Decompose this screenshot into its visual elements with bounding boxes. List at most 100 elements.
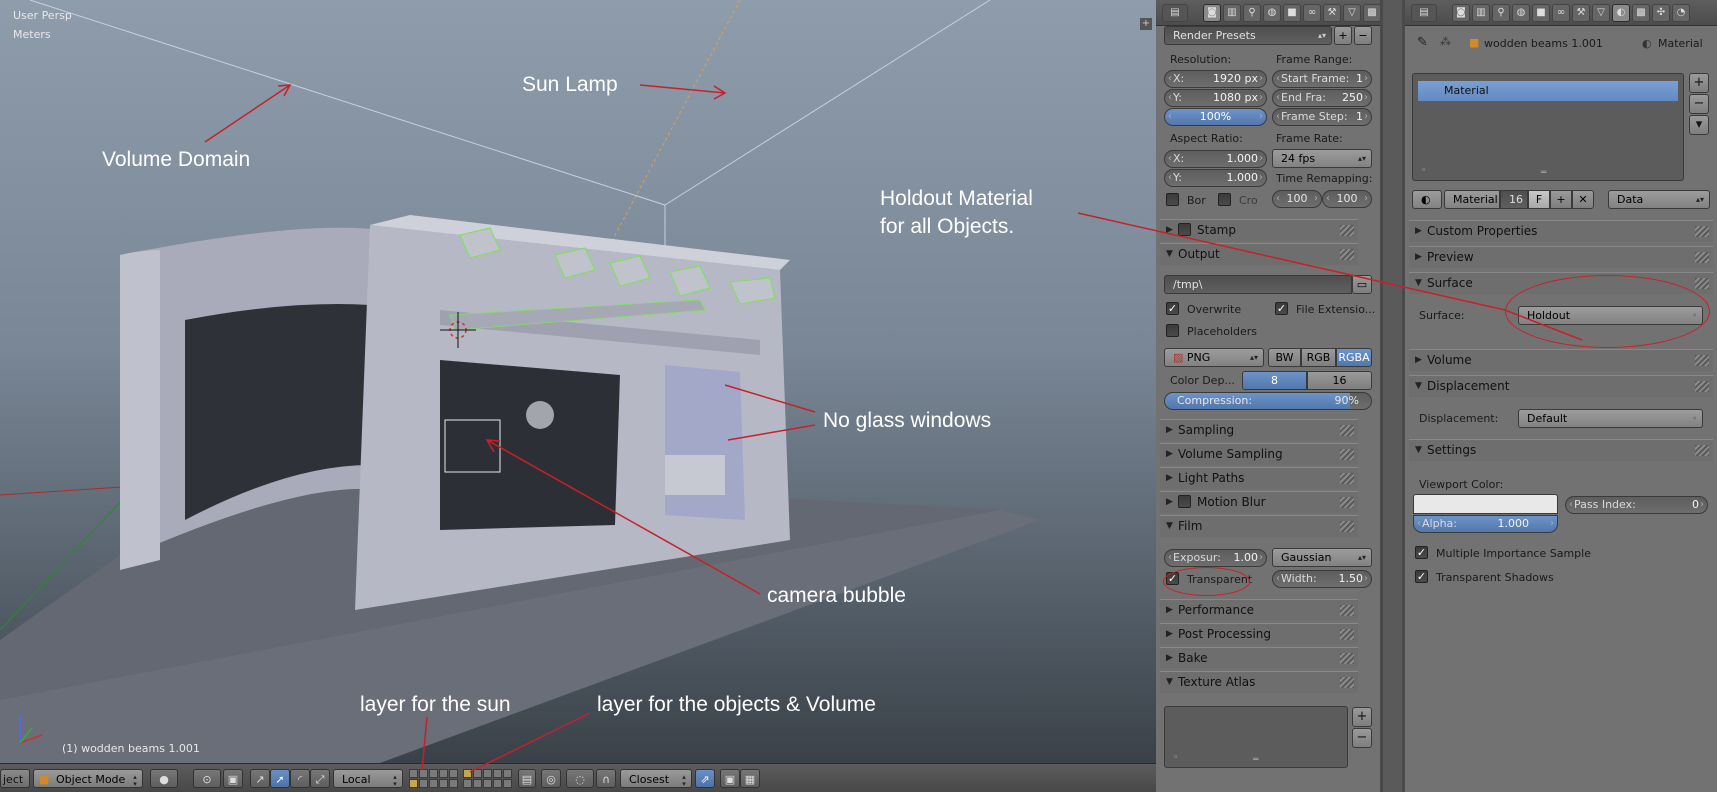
section-volume[interactable]: ▶ Volume [1409, 349, 1713, 371]
snap-target-dropdown[interactable]: Closest [620, 769, 692, 788]
material-name-field[interactable]: Material [1444, 190, 1500, 209]
tab-constraints[interactable]: ∞ [1552, 4, 1570, 22]
layer-button[interactable] [473, 769, 482, 778]
layer-button-objects[interactable] [463, 769, 472, 778]
color-rgba-button[interactable]: RGBA [1336, 348, 1372, 367]
tab-render-layers[interactable]: ▥ [1223, 4, 1241, 22]
material-slot-item[interactable]: Material [1418, 81, 1678, 101]
slot-remove-button[interactable]: − [1689, 94, 1709, 114]
tab-texture[interactable]: ▩ [1363, 4, 1381, 22]
aspect-x-field[interactable]: X: 1.000 [1164, 150, 1267, 168]
editor-type-button[interactable]: ▤ [1411, 4, 1437, 22]
drag-grip-icon[interactable] [1695, 355, 1709, 366]
frame-rate-dropdown[interactable]: 24 fps ▴▾ [1272, 149, 1372, 168]
snap-align-button[interactable]: ⇗ [695, 769, 715, 788]
tab-scene[interactable]: ⚲ [1492, 4, 1510, 22]
layer-button[interactable] [449, 769, 458, 778]
tab-data[interactable]: ▽ [1592, 4, 1610, 22]
tab-particles[interactable]: ✣ [1652, 4, 1670, 22]
pass-index-field[interactable]: Pass Index: 0 [1565, 496, 1708, 514]
mis-checkbox[interactable]: ✓ [1415, 546, 1428, 559]
tab-texture[interactable]: ▩ [1632, 4, 1650, 22]
layer-button[interactable] [473, 779, 482, 788]
resolution-y-field[interactable]: Y: 1080 px [1164, 89, 1267, 107]
drag-grip-icon[interactable] [1340, 521, 1354, 532]
section-preview[interactable]: ▶ Preview [1409, 246, 1713, 268]
viewport-expand-button[interactable]: + [1140, 18, 1152, 30]
layer-button-sun[interactable] [409, 779, 418, 788]
pin-icon[interactable]: ✎ [1417, 35, 1428, 50]
scale-manipulator[interactable]: ⤢ [310, 769, 330, 788]
aspect-y-field[interactable]: Y: 1.000 [1164, 169, 1267, 187]
resolution-x-field[interactable]: X: 1920 px [1164, 70, 1267, 88]
drag-grip-icon[interactable] [1340, 473, 1354, 484]
motion-blur-checkbox[interactable] [1178, 495, 1191, 508]
manipulator-toggle[interactable]: ↗ [250, 769, 270, 788]
tab-data[interactable]: ▽ [1343, 4, 1361, 22]
add-preset-button[interactable]: + [1334, 26, 1352, 45]
proportional-edit-button[interactable]: ◎ [541, 769, 561, 788]
snap-toggle[interactable]: ∩ [596, 769, 616, 788]
viewport-color-swatch[interactable] [1413, 494, 1558, 514]
slot-menu-button[interactable]: ▾ [1689, 115, 1709, 135]
slot-add-button[interactable]: + [1689, 73, 1709, 93]
object-menu[interactable]: ject [0, 769, 30, 788]
material-users-count[interactable]: 16 [1500, 190, 1528, 209]
tab-object[interactable]: ■ [1532, 4, 1550, 22]
section-bake[interactable]: ▶ Bake [1160, 647, 1358, 669]
tab-render[interactable]: ◙ [1203, 4, 1221, 22]
new-material-button[interactable]: + [1550, 190, 1572, 209]
drag-grip-icon[interactable] [1340, 497, 1354, 508]
color-depth-16-button[interactable]: 16 [1307, 371, 1372, 390]
color-bw-button[interactable]: BW [1268, 348, 1301, 367]
start-frame-field[interactable]: Start Frame: 1 [1272, 70, 1372, 88]
section-output[interactable]: ▼ Output [1160, 243, 1358, 265]
tab-physics[interactable]: ◔ [1672, 4, 1690, 22]
tab-modifiers[interactable]: ⚒ [1572, 4, 1590, 22]
tab-object[interactable]: ■ [1283, 4, 1301, 22]
drag-grip-icon[interactable] [1695, 252, 1709, 263]
fake-user-button[interactable]: F [1528, 190, 1550, 209]
drag-grip-icon[interactable] [1340, 605, 1354, 616]
time-remap-old-field[interactable]: 100 [1272, 190, 1322, 208]
atlas-remove-button[interactable]: − [1352, 728, 1372, 748]
translate-manipulator[interactable]: ➚ [270, 769, 290, 788]
drag-grip-icon[interactable] [1340, 653, 1354, 664]
section-performance[interactable]: ▶ Performance [1160, 599, 1358, 621]
editor-type-button[interactable]: ▤ [1162, 4, 1188, 22]
layer-button[interactable] [493, 779, 502, 788]
atlas-add-button[interactable]: + [1352, 707, 1372, 727]
layer-button[interactable] [429, 779, 438, 788]
tab-world[interactable]: ◍ [1512, 4, 1530, 22]
section-light-paths[interactable]: ▶ Light Paths [1160, 467, 1358, 489]
section-post-processing[interactable]: ▶ Post Processing [1160, 623, 1358, 645]
unlink-material-button[interactable]: ✕ [1572, 190, 1594, 209]
tab-render[interactable]: ◙ [1452, 4, 1470, 22]
stamp-checkbox[interactable] [1178, 223, 1191, 236]
layer-button[interactable] [493, 769, 502, 778]
render-animation-button[interactable]: ▦ [740, 769, 760, 788]
layer-lock-button[interactable]: ▤ [518, 769, 536, 788]
end-frame-field[interactable]: End Fra: 250 [1272, 89, 1372, 107]
section-displacement[interactable]: ▼ Displacement [1409, 375, 1713, 397]
crop-checkbox[interactable] [1218, 193, 1231, 206]
section-motion-blur[interactable]: ▶ Motion Blur [1160, 491, 1358, 513]
section-custom-properties[interactable]: ▶ Custom Properties [1409, 220, 1713, 242]
layer-button[interactable] [449, 779, 458, 788]
layer-button[interactable] [439, 769, 448, 778]
resolution-percentage-slider[interactable]: 100% [1164, 108, 1267, 126]
pixel-filter-dropdown[interactable]: Gaussian ▴▾ [1272, 548, 1372, 567]
browse-folder-button[interactable]: ▭ [1352, 275, 1372, 294]
layer-button[interactable] [409, 769, 418, 778]
drag-grip-icon[interactable] [1340, 629, 1354, 640]
frame-step-field[interactable]: Frame Step: 1 [1272, 108, 1372, 126]
section-stamp[interactable]: ▶ Stamp [1160, 219, 1358, 241]
exposure-field[interactable]: Exposur: 1.00 [1164, 549, 1267, 567]
tab-modifiers[interactable]: ⚒ [1323, 4, 1341, 22]
filter-width-field[interactable]: Width: 1.50 [1272, 570, 1372, 588]
render-presets-dropdown[interactable]: Render Presets ▴▾ [1164, 26, 1332, 45]
tab-render-layers[interactable]: ▥ [1472, 4, 1490, 22]
drag-grip-icon[interactable] [1340, 449, 1354, 460]
layer-button[interactable] [503, 779, 512, 788]
layer-button[interactable] [419, 779, 428, 788]
